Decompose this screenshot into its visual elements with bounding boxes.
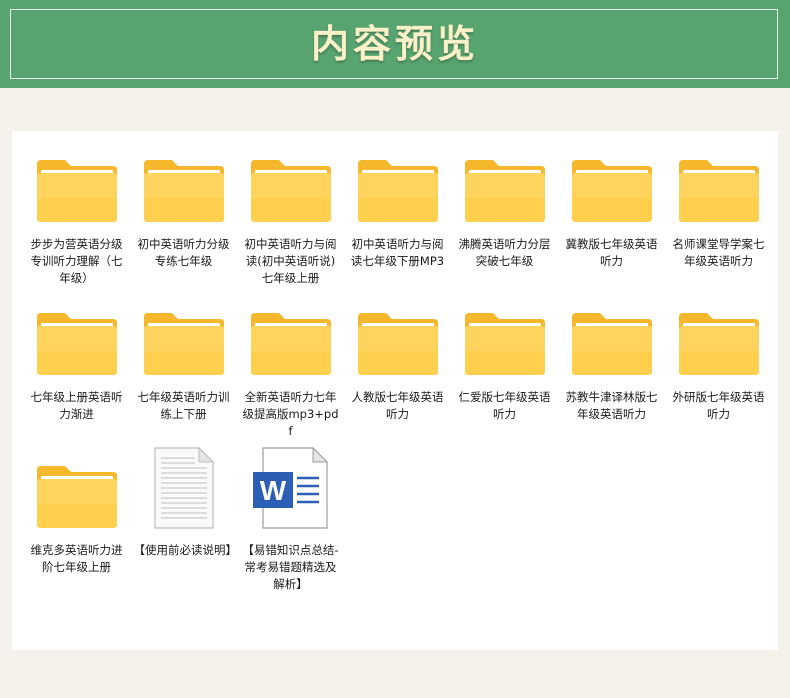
file-item[interactable]: 初中英语听力与阅读(初中英语听说)七年级上册 <box>237 148 344 301</box>
folder-icon <box>571 313 652 375</box>
folder-icon <box>36 313 117 375</box>
file-item[interactable]: W 【易错知识点总结-常考易错题精选及解析】 <box>237 446 344 607</box>
file-label: 步步为营英语分级专训听力理解（七年级） <box>30 237 123 285</box>
folder-icon <box>464 160 545 222</box>
file-item[interactable]: 初中英语听力分级专练七年级 <box>130 148 237 301</box>
file-label: 初中英语听力分级专练七年级 <box>137 237 230 268</box>
file-icon-container: W <box>246 446 336 530</box>
file-icon-container <box>32 454 122 530</box>
file-icon-container <box>32 148 122 224</box>
folder-icon <box>678 160 759 222</box>
svg-text:W: W <box>259 475 286 506</box>
page-header: 内容预览 <box>0 0 790 88</box>
file-icon-container <box>353 301 443 377</box>
file-item[interactable]: 七年级上册英语听力渐进 <box>23 301 130 454</box>
file-label: 七年级上册英语听力渐进 <box>30 390 123 421</box>
text-document-icon <box>153 446 214 529</box>
file-icon-container <box>246 301 336 377</box>
file-item[interactable]: 冀教版七年级英语听力 <box>558 148 665 301</box>
file-icon-container <box>674 301 764 377</box>
file-label: 【使用前必读说明】 <box>133 543 238 557</box>
file-icon-container <box>567 301 657 377</box>
folder-icon <box>357 160 438 222</box>
file-item[interactable]: 名师课堂导学案七年级英语听力 <box>665 148 772 301</box>
file-label: 维克多英语听力进阶七年级上册 <box>30 543 123 574</box>
file-label: 【易错知识点总结-常考易错题精选及解析】 <box>242 543 339 591</box>
file-icon-container <box>674 148 764 224</box>
page-title: 内容预览 <box>310 21 479 66</box>
folder-icon <box>678 313 759 375</box>
file-label: 人教版七年级英语听力 <box>351 390 444 421</box>
folder-icon <box>143 160 224 222</box>
file-label: 名师课堂导学案七年级英语听力 <box>672 237 765 268</box>
file-label: 苏教牛津译林版七年级英语听力 <box>565 390 658 421</box>
file-item[interactable]: 仁爱版七年级英语听力 <box>451 301 558 454</box>
folder-icon <box>464 313 545 375</box>
file-grid: 步步为营英语分级专训听力理解（七年级） 初中英语听力分级专练七年级 初中英语听力… <box>23 148 773 607</box>
file-item[interactable]: 维克多英语听力进阶七年级上册 <box>23 454 130 607</box>
file-item[interactable]: 外研版七年级英语听力 <box>665 301 772 454</box>
folder-icon <box>250 313 331 375</box>
file-icon-container <box>567 148 657 224</box>
file-icon-container <box>139 446 229 530</box>
file-icon-container <box>139 301 229 377</box>
file-icon-container <box>353 148 443 224</box>
file-icon-container <box>139 148 229 224</box>
file-icon-container <box>460 301 550 377</box>
file-item[interactable]: 初中英语听力与阅读七年级下册MP3 <box>344 148 451 301</box>
file-label: 七年级英语听力训练上下册 <box>137 390 230 421</box>
file-label: 全新英语听力七年级提高版mp3+pdf <box>242 390 339 438</box>
file-label: 初中英语听力与阅读七年级下册MP3 <box>350 237 445 268</box>
file-label: 外研版七年级英语听力 <box>672 390 765 421</box>
file-item[interactable]: 全新英语听力七年级提高版mp3+pdf <box>237 301 344 454</box>
folder-icon <box>571 160 652 222</box>
word-document-icon: W <box>252 446 328 529</box>
folder-icon <box>36 160 117 222</box>
folder-icon <box>143 313 224 375</box>
file-item[interactable]: 苏教牛津译林版七年级英语听力 <box>558 301 665 454</box>
file-item[interactable]: 人教版七年级英语听力 <box>344 301 451 454</box>
folder-icon <box>36 466 117 528</box>
file-item[interactable]: 步步为营英语分级专训听力理解（七年级） <box>23 148 130 301</box>
file-item[interactable]: 沸腾英语听力分层突破七年级 <box>451 148 558 301</box>
file-item[interactable]: 七年级英语听力训练上下册 <box>130 301 237 454</box>
file-item[interactable]: 【使用前必读说明】 <box>130 446 238 607</box>
file-icon-container <box>32 301 122 377</box>
file-icon-container <box>460 148 550 224</box>
file-label: 沸腾英语听力分层突破七年级 <box>458 237 551 268</box>
file-label: 初中英语听力与阅读(初中英语听说)七年级上册 <box>244 237 337 285</box>
file-label: 仁爱版七年级英语听力 <box>458 390 551 421</box>
folder-icon <box>357 313 438 375</box>
file-icon-container <box>246 148 336 224</box>
folder-icon <box>250 160 331 222</box>
file-label: 冀教版七年级英语听力 <box>565 237 658 268</box>
